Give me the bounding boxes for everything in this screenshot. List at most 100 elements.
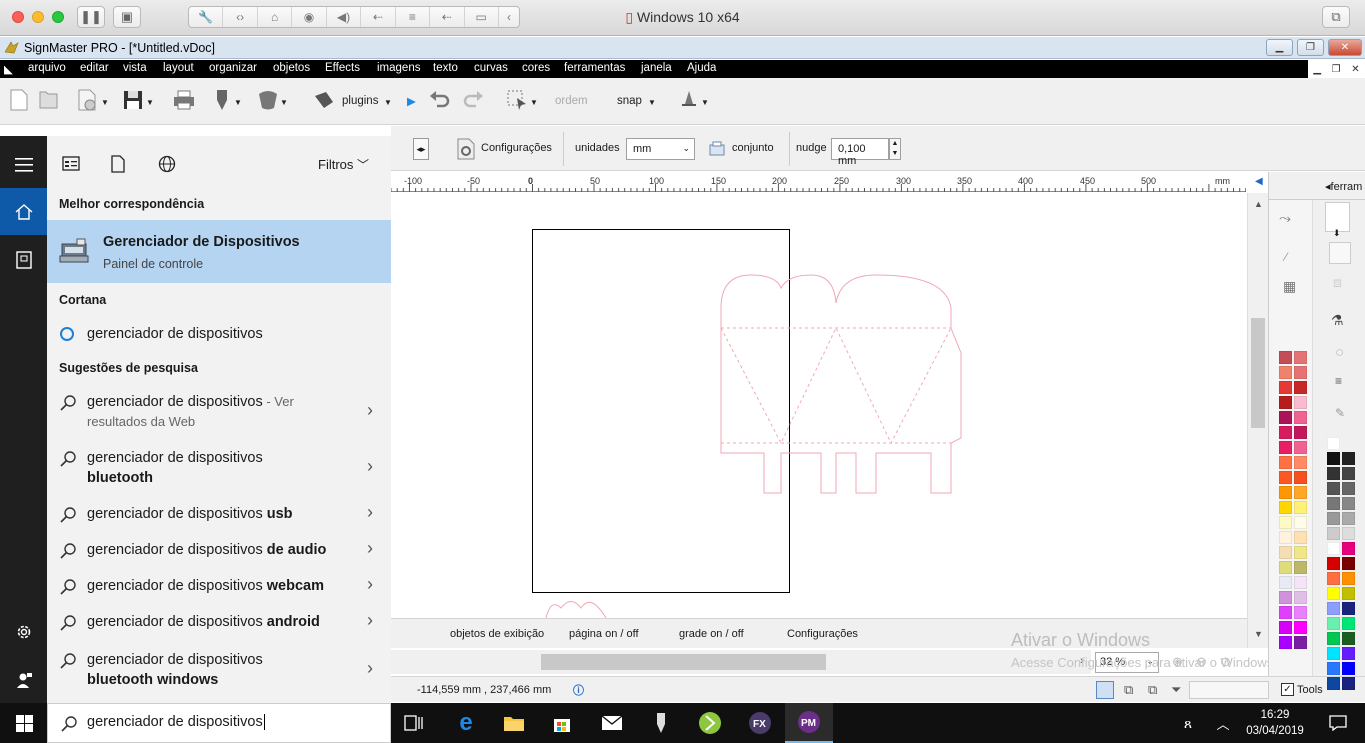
color-swatch[interactable] (1327, 482, 1340, 495)
color-swatch[interactable] (1327, 677, 1340, 690)
recent-files-icon[interactable] (75, 88, 99, 112)
tab-ferramentas[interactable]: ◂ferram (1325, 180, 1362, 193)
pause-icon[interactable]: ❚❚ (77, 6, 105, 28)
chevron-right-icon[interactable]: › (367, 538, 373, 559)
edge-browser-icon[interactable]: e (442, 703, 490, 743)
chevron-right-icon[interactable]: › (367, 574, 373, 595)
color-swatch[interactable] (1342, 662, 1355, 675)
unidades-select[interactable]: mm ⌄ (626, 138, 695, 160)
close-window-button[interactable] (12, 11, 24, 23)
suggestion-item[interactable]: gerenciador de dispositivos webcam › (47, 574, 391, 600)
color-swatch[interactable] (1342, 452, 1355, 465)
best-match-item[interactable]: Gerenciador de Dispositivos Painel de co… (47, 220, 391, 283)
cutter-app-icon[interactable] (637, 703, 685, 743)
restore-button[interactable]: ❐ (1297, 39, 1324, 56)
snapshot-icon[interactable]: ▣ (113, 6, 141, 28)
mdi-minimize-icon[interactable]: ▁ (1313, 64, 1321, 75)
snap-button[interactable]: snap (617, 95, 642, 107)
menu-janela[interactable]: janela (641, 62, 672, 74)
mdi-restore-icon[interactable]: ❐ (1332, 64, 1341, 75)
minimize-button[interactable]: ▁ (1266, 39, 1293, 56)
menu-organizar[interactable]: organizar (209, 62, 257, 74)
sound-icon[interactable]: ◀) (327, 7, 362, 27)
color-swatch[interactable] (1342, 587, 1355, 600)
notebook-icon[interactable] (0, 236, 47, 283)
color-swatch[interactable] (1294, 441, 1307, 454)
color-swatch[interactable] (1279, 501, 1292, 514)
menu-layout[interactable]: layout (163, 62, 194, 74)
color-swatch[interactable] (1279, 471, 1292, 484)
color-swatch[interactable] (1294, 606, 1307, 619)
save-icon[interactable] (121, 88, 145, 112)
menu-arquivo[interactable]: arquivo (28, 62, 66, 74)
signmaster-taskbar-icon[interactable] (686, 703, 734, 743)
code-icon[interactable]: ‹› (223, 7, 258, 27)
suggestion-item[interactable]: gerenciador de dispositivos usb › (47, 502, 391, 528)
color-swatch[interactable] (1342, 647, 1355, 660)
file-explorer-icon[interactable] (490, 703, 538, 743)
zoom-window-button[interactable] (52, 11, 64, 23)
vinyl-dropdown-icon[interactable]: ▼ (280, 98, 288, 107)
chevron-right-icon[interactable]: › (367, 456, 373, 477)
color-swatch[interactable] (1327, 602, 1340, 615)
tools-checkbox[interactable]: ✓ (1281, 683, 1294, 696)
task-view-icon[interactable] (390, 703, 438, 743)
select-icon[interactable] (505, 88, 529, 112)
plugins-dropdown-icon[interactable]: ▼ (384, 98, 392, 107)
color-swatch[interactable] (1279, 441, 1292, 454)
chevron-right-icon[interactable]: › (367, 400, 373, 421)
color-swatch[interactable] (1294, 591, 1307, 604)
lines-tool-icon[interactable]: ≡ (1335, 374, 1342, 388)
windows-start-icon[interactable] (0, 703, 48, 743)
printer-icon[interactable]: ≡ (396, 7, 431, 27)
color-swatch[interactable] (1294, 411, 1307, 424)
color-swatch[interactable] (1279, 426, 1292, 439)
color-swatch[interactable] (1342, 512, 1355, 525)
box-template-shape[interactable] (716, 273, 976, 498)
color-swatch[interactable] (1327, 467, 1340, 480)
print-icon[interactable] (172, 88, 196, 112)
documents-filter-icon[interactable] (111, 155, 125, 173)
color-swatch[interactable] (1279, 606, 1292, 619)
horizontal-scrollbar[interactable] (391, 650, 1091, 674)
cutter-dropdown-icon[interactable]: ▼ (234, 98, 242, 107)
color-swatch[interactable] (1294, 396, 1307, 409)
color-swatch[interactable] (1342, 572, 1355, 585)
color-swatch[interactable] (1327, 497, 1340, 510)
menu-imagens[interactable]: imagens (377, 62, 420, 74)
color-swatch[interactable] (1327, 662, 1340, 675)
color-swatch[interactable] (1342, 602, 1355, 615)
web-filter-icon[interactable] (158, 155, 176, 173)
hamburger-menu-icon[interactable] (0, 141, 47, 188)
circle-tool-icon[interactable]: ○ (1335, 344, 1344, 361)
node-tool-icon[interactable]: ⤳ (1279, 210, 1291, 227)
menu-editar[interactable]: editar (80, 62, 109, 74)
pm-app-icon[interactable]: PM (785, 703, 833, 743)
vinyl-icon[interactable] (256, 88, 280, 112)
weld-icon[interactable]: ⧉ (1124, 682, 1133, 698)
user-feedback-icon[interactable] (0, 656, 47, 703)
mail-icon[interactable] (588, 703, 636, 743)
color-swatch[interactable] (1327, 557, 1340, 570)
suggestion-item[interactable]: gerenciador de dispositivos - Ver resulta… (47, 390, 391, 434)
wrench-icon[interactable]: 🔧 (189, 7, 224, 27)
fx-app-icon[interactable]: FX (736, 703, 784, 743)
color-swatch[interactable] (1342, 632, 1355, 645)
ordem-button[interactable]: ordem (555, 95, 588, 107)
chevron-right-icon[interactable]: › (367, 610, 373, 631)
color-swatch[interactable] (1342, 557, 1355, 570)
knife-tool-icon[interactable]: ⁄ (1285, 250, 1287, 264)
share-icon[interactable]: ⇠ (430, 7, 465, 27)
recent-dropdown-icon[interactable]: ▼ (101, 98, 109, 107)
color-swatch[interactable] (1327, 632, 1340, 645)
panel-toggle[interactable]: ◀ (1250, 172, 1268, 192)
color-swatch[interactable] (1279, 531, 1292, 544)
color-swatch[interactable] (1294, 516, 1307, 529)
snap-dropdown-icon[interactable]: ▼ (648, 98, 656, 107)
paint-tool-icon[interactable]: ⚗ (1331, 312, 1344, 329)
color-swatch[interactable] (1294, 636, 1307, 649)
chevron-right-icon[interactable]: › (367, 658, 373, 679)
notifications-icon[interactable] (1318, 703, 1358, 743)
cutter-icon[interactable] (210, 88, 234, 112)
color-swatch[interactable] (1342, 497, 1355, 510)
